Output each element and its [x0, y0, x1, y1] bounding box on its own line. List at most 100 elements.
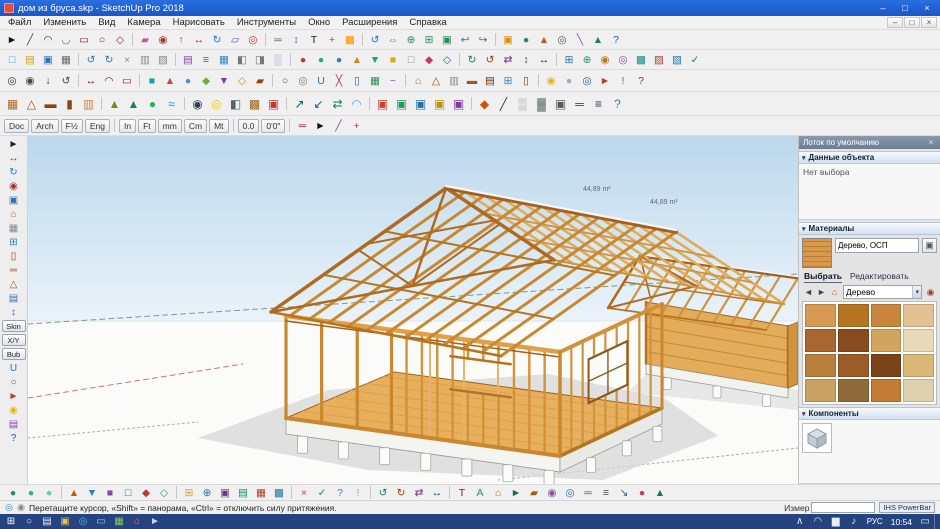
doc-minimize-icon[interactable]: – [887, 17, 903, 28]
gear-tool-icon[interactable]: ◎ [554, 32, 571, 47]
sketchup-taskbar-icon[interactable]: ⌂ [128, 514, 146, 529]
volume-icon[interactable]: ♪ [845, 514, 863, 529]
onedrive-icon[interactable]: ◠ [809, 514, 827, 529]
shade-plugin-icon[interactable]: ▨ [651, 52, 668, 67]
roof-plugin-icon[interactable]: △ [428, 73, 445, 88]
material-swatch[interactable] [870, 379, 902, 402]
new-file-icon[interactable]: □ [4, 52, 21, 67]
undo-icon[interactable]: ↺ [83, 52, 100, 67]
material-swatch[interactable] [903, 354, 934, 377]
hidden-icons-icon[interactable]: ∧ [791, 514, 809, 529]
blue-plugin-icon[interactable]: ● [331, 52, 348, 67]
look-around-icon[interactable]: ↺ [58, 73, 75, 88]
lt-flag-icon[interactable]: ► [3, 389, 25, 403]
panel-plugin-icon[interactable]: ▥ [80, 95, 98, 112]
menu-item-2[interactable]: Вид [92, 16, 121, 29]
bt-rows-icon[interactable]: ▤ [235, 485, 252, 500]
open-file-icon[interactable]: ▤ [22, 52, 39, 67]
lt-pipe-icon[interactable]: ○ [3, 375, 25, 389]
export-plugin-icon[interactable]: ↗ [291, 95, 309, 112]
light-plugin-icon[interactable]: ◎ [208, 95, 226, 112]
mm-units[interactable]: mm [157, 118, 182, 133]
lock-tool-icon[interactable]: ▣ [552, 95, 570, 112]
copy-icon[interactable]: ▥ [137, 52, 154, 67]
wall-plugin-icon[interactable]: ▥ [446, 73, 463, 88]
menu-item-8[interactable]: Справка [403, 16, 452, 29]
navy-plugin-icon[interactable]: ◇ [439, 52, 456, 67]
zoom-icon[interactable]: ⊕ [403, 32, 420, 47]
tape-measure-icon[interactable]: ═ [270, 32, 287, 47]
material-swatch[interactable] [805, 304, 836, 327]
bt-dot-icon[interactable]: ● [634, 485, 651, 500]
push-pull-icon[interactable]: ↑ [173, 32, 190, 47]
unhide-tool-icon[interactable]: ▓ [533, 95, 551, 112]
geolocation-icon[interactable]: ◎ [3, 502, 15, 514]
arch-units[interactable]: Arch [31, 118, 59, 133]
texture-plugin-icon[interactable]: ▩ [246, 95, 264, 112]
truss-plugin-icon[interactable]: △ [23, 95, 41, 112]
action-center-icon[interactable]: ▭ [916, 514, 934, 529]
fraction-units[interactable]: F½ [60, 118, 83, 133]
task-view-icon[interactable]: ▤ [38, 514, 56, 529]
moon-plugin-icon[interactable]: ● [561, 73, 578, 88]
flag-plugin-icon[interactable]: ► [597, 73, 614, 88]
lt-beam-icon[interactable]: ═ [3, 263, 25, 277]
camera-plugin-icon[interactable]: ◎ [4, 73, 21, 88]
bt-di-red-icon[interactable]: ◆ [138, 485, 155, 500]
material-swatch[interactable] [903, 329, 934, 352]
lt-window-icon[interactable]: ⊞ [3, 235, 25, 249]
tube-plugin-icon[interactable]: ◎ [295, 73, 312, 88]
tray-close-button[interactable]: × [926, 138, 936, 147]
menu-item-4[interactable]: Нарисовать [167, 16, 231, 29]
bt-bar-icon[interactable]: ▰ [526, 485, 543, 500]
steel-tool-icon[interactable]: ● [180, 73, 197, 88]
bt-triangle-icon[interactable]: ▲ [652, 485, 669, 500]
inch-units[interactable]: In [119, 118, 137, 133]
lt-layers-icon[interactable]: ▤ [3, 417, 25, 431]
cyan-tool-icon[interactable]: ■ [144, 73, 161, 88]
cube-purple-icon[interactable]: ▣ [450, 95, 468, 112]
zoom-window-icon[interactable]: ⊞ [421, 32, 438, 47]
material-swatch[interactable] [837, 329, 869, 352]
pencil-tool-icon[interactable]: ╱ [330, 118, 347, 133]
lt-truss-icon[interactable]: △ [3, 277, 25, 291]
clock[interactable]: 10:54 [887, 517, 916, 527]
shadow-plugin-icon[interactable]: ◧ [227, 95, 245, 112]
bt-home-icon[interactable]: ⌂ [490, 485, 507, 500]
zoom-extents-icon[interactable]: ▣ [439, 32, 456, 47]
select-face-icon[interactable]: ◆ [476, 95, 494, 112]
bt-target-icon[interactable]: ◉ [544, 485, 561, 500]
rectangle-icon[interactable]: ▭ [76, 32, 93, 47]
cube-gold-icon[interactable]: ▣ [431, 95, 449, 112]
dim-plugin-icon[interactable]: ↔ [83, 73, 100, 88]
lt-help-icon[interactable]: ? [3, 431, 25, 445]
lt-rotate-icon[interactable]: ↻ [3, 165, 25, 179]
import-plugin-icon[interactable]: ↙ [310, 95, 328, 112]
lime-tool-icon[interactable]: ◆ [198, 73, 215, 88]
render-plugin-icon[interactable]: ◉ [189, 95, 207, 112]
arrow-tool-icon[interactable]: ► [312, 118, 329, 133]
lt-move-icon[interactable]: ↔ [3, 151, 25, 165]
color-plugin-icon[interactable]: ▣ [265, 95, 283, 112]
angle-plugin-icon[interactable]: ◠ [101, 73, 118, 88]
bt-question-icon[interactable]: ? [332, 485, 349, 500]
offset-icon[interactable]: ◎ [245, 32, 262, 47]
doc-restore-icon[interactable]: □ [904, 17, 920, 28]
path-plugin-icon[interactable]: ~ [385, 73, 402, 88]
shrub-plugin-icon[interactable]: ● [144, 95, 162, 112]
material-swatch[interactable] [903, 379, 934, 402]
bt-arrow-icon[interactable]: ↘ [616, 485, 633, 500]
bt-grid-icon[interactable]: ⊞ [181, 485, 198, 500]
measure-tool-icon[interactable]: ═ [571, 95, 589, 112]
text-icon[interactable]: T [306, 32, 323, 47]
bub-button[interactable]: Bub [1, 348, 26, 360]
bt-exclaim-icon[interactable]: ! [350, 485, 367, 500]
lt-select-icon[interactable]: ► [3, 137, 25, 151]
circle-icon[interactable]: ○ [94, 32, 111, 47]
search-icon[interactable]: ○ [20, 514, 38, 529]
tree-plugin-icon[interactable]: ▲ [125, 95, 143, 112]
forward-icon[interactable]: ► [815, 286, 828, 299]
material-swatch[interactable] [837, 354, 869, 377]
material-swatch[interactable] [805, 379, 836, 402]
credits-icon[interactable]: ◉ [15, 502, 27, 514]
